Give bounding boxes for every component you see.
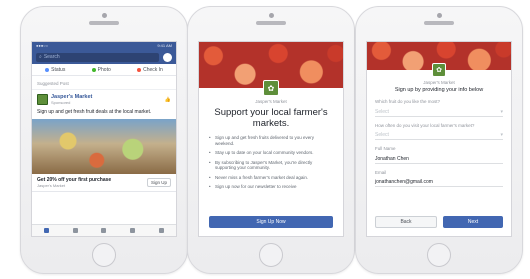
photo-label: Photo	[97, 66, 111, 73]
email-input[interactable]: jonathanchen@gmail.com	[375, 177, 503, 187]
field-label: Email	[375, 169, 387, 175]
field-label: Which fruit do you like the most?	[375, 99, 441, 104]
brand-logo-icon: ✿	[263, 80, 279, 96]
speaker-grille	[424, 21, 454, 25]
back-button[interactable]: Back	[375, 216, 437, 228]
tab-messages-icon[interactable]	[101, 228, 107, 233]
full-name-field: Full Name Jonathan Chen	[367, 146, 511, 164]
frequency-select[interactable]: Select ▾	[375, 130, 503, 140]
checkin-action[interactable]: Check In	[137, 67, 163, 73]
visit-frequency-field: How often do you visit your local farmer…	[367, 122, 511, 140]
photo-icon	[91, 67, 96, 72]
post-cta: Get 20% off your first purchase Jasper's…	[32, 174, 176, 192]
top-nav: ⌕ Search	[32, 50, 176, 64]
status-icon	[45, 67, 50, 72]
page-avatar[interactable]	[37, 94, 48, 105]
phone-lead-intro: ✿ Jasper's Market Support your local far…	[187, 6, 355, 274]
next-button[interactable]: Next	[443, 216, 503, 228]
email-field: Email jonathanchen@gmail.com	[367, 169, 511, 187]
messenger-icon[interactable]	[163, 52, 172, 62]
grapefruit-banner: ✿	[199, 42, 343, 96]
benefit-list: Sign up and get fresh fruits delivered t…	[199, 133, 343, 192]
post-text: Sign up and get fresh fruit deals at the…	[37, 109, 152, 115]
benefit-item: By subscribing to Jasper's Market, you'r…	[209, 158, 333, 173]
status-label: Status	[51, 66, 66, 73]
benefit-item: Sign up now for our newsletter to receiv…	[209, 182, 333, 192]
field-label: Full Name	[375, 146, 396, 151]
camera-icon	[268, 13, 274, 18]
lead-intro-screen: ✿ Jasper's Market Support your local far…	[198, 41, 344, 237]
lead-form-screen: ✿ Jasper's Market Sign up by providing y…	[366, 41, 512, 237]
search-icon: ⌕	[39, 53, 42, 60]
camera-icon	[436, 13, 442, 18]
suggested-post-label: Suggested Post	[32, 76, 176, 90]
home-button[interactable]	[92, 243, 116, 267]
post-photo[interactable]	[32, 118, 176, 174]
camera-icon	[101, 13, 107, 18]
phone-lead-form: ✿ Jasper's Market Sign up by providing y…	[355, 6, 523, 274]
clock: 9:41 AM	[157, 43, 172, 48]
search-placeholder: Search	[43, 53, 60, 60]
tab-news-feed-icon[interactable]	[43, 228, 49, 233]
checkin-label: Check In	[143, 66, 163, 73]
brand-logo-icon: ✿	[432, 63, 446, 77]
benefit-item: Never miss a fresh farmer's market deal …	[209, 173, 333, 183]
cta-sub: Jasper's Market	[37, 182, 66, 188]
benefit-item: Sign up and get fresh fruits delivered t…	[209, 133, 333, 148]
checkin-icon	[137, 67, 142, 72]
form-intro: Sign up by providing your info below	[394, 87, 484, 93]
like-page-icon[interactable]: 👍	[165, 97, 171, 103]
sign-up-now-button[interactable]: Sign Up Now	[209, 216, 333, 228]
tab-more-icon[interactable]	[159, 228, 165, 233]
bottom-tab-bar	[32, 224, 176, 236]
status-bar: ●●●○○ 9:41 AM	[32, 42, 176, 50]
status-action[interactable]: Status	[45, 67, 65, 73]
select-placeholder: Select	[375, 132, 389, 138]
speaker-grille	[256, 21, 286, 25]
select-placeholder: Select	[375, 108, 389, 115]
photo-action[interactable]: Photo	[91, 66, 111, 73]
chevron-down-icon: ▾	[500, 108, 503, 115]
sign-up-button[interactable]: Sign Up	[146, 177, 171, 187]
signal-indicator: ●●●○○	[36, 43, 49, 48]
benefit-item: Stay up to date on your local community …	[209, 148, 333, 158]
speaker-grille	[89, 21, 119, 25]
full-name-input[interactable]: Jonathan Chen	[375, 154, 503, 164]
chevron-down-icon: ▾	[500, 132, 503, 138]
field-label: How often do you visit your local farmer…	[375, 122, 475, 128]
cta-title: Get 20% off your first purchase	[37, 176, 112, 183]
post-header: Jasper's Market Sponsored 👍	[32, 90, 176, 107]
feed-screen: ●●●○○ 9:41 AM ⌕ Search Status Photo Chec…	[31, 41, 177, 237]
phone-feed: ●●●○○ 9:41 AM ⌕ Search Status Photo Chec…	[20, 6, 188, 274]
home-button[interactable]	[259, 243, 283, 267]
headline: Support your local farmer's markets.	[214, 107, 328, 129]
search-input[interactable]: ⌕ Search	[36, 52, 159, 62]
tab-requests-icon[interactable]	[72, 228, 78, 233]
home-button[interactable]	[427, 243, 451, 267]
post-sponsored: Sponsored	[51, 100, 71, 105]
fruit-select[interactable]: Select ▾	[375, 107, 503, 117]
form-buttons: Back Next	[375, 216, 503, 228]
grapefruit-banner: ✿	[367, 42, 511, 77]
composer-actions: Status Photo Check In	[32, 64, 176, 76]
fruit-select-field: Which fruit do you like the most? Select…	[367, 99, 511, 117]
tab-notifications-icon[interactable]	[130, 228, 136, 233]
